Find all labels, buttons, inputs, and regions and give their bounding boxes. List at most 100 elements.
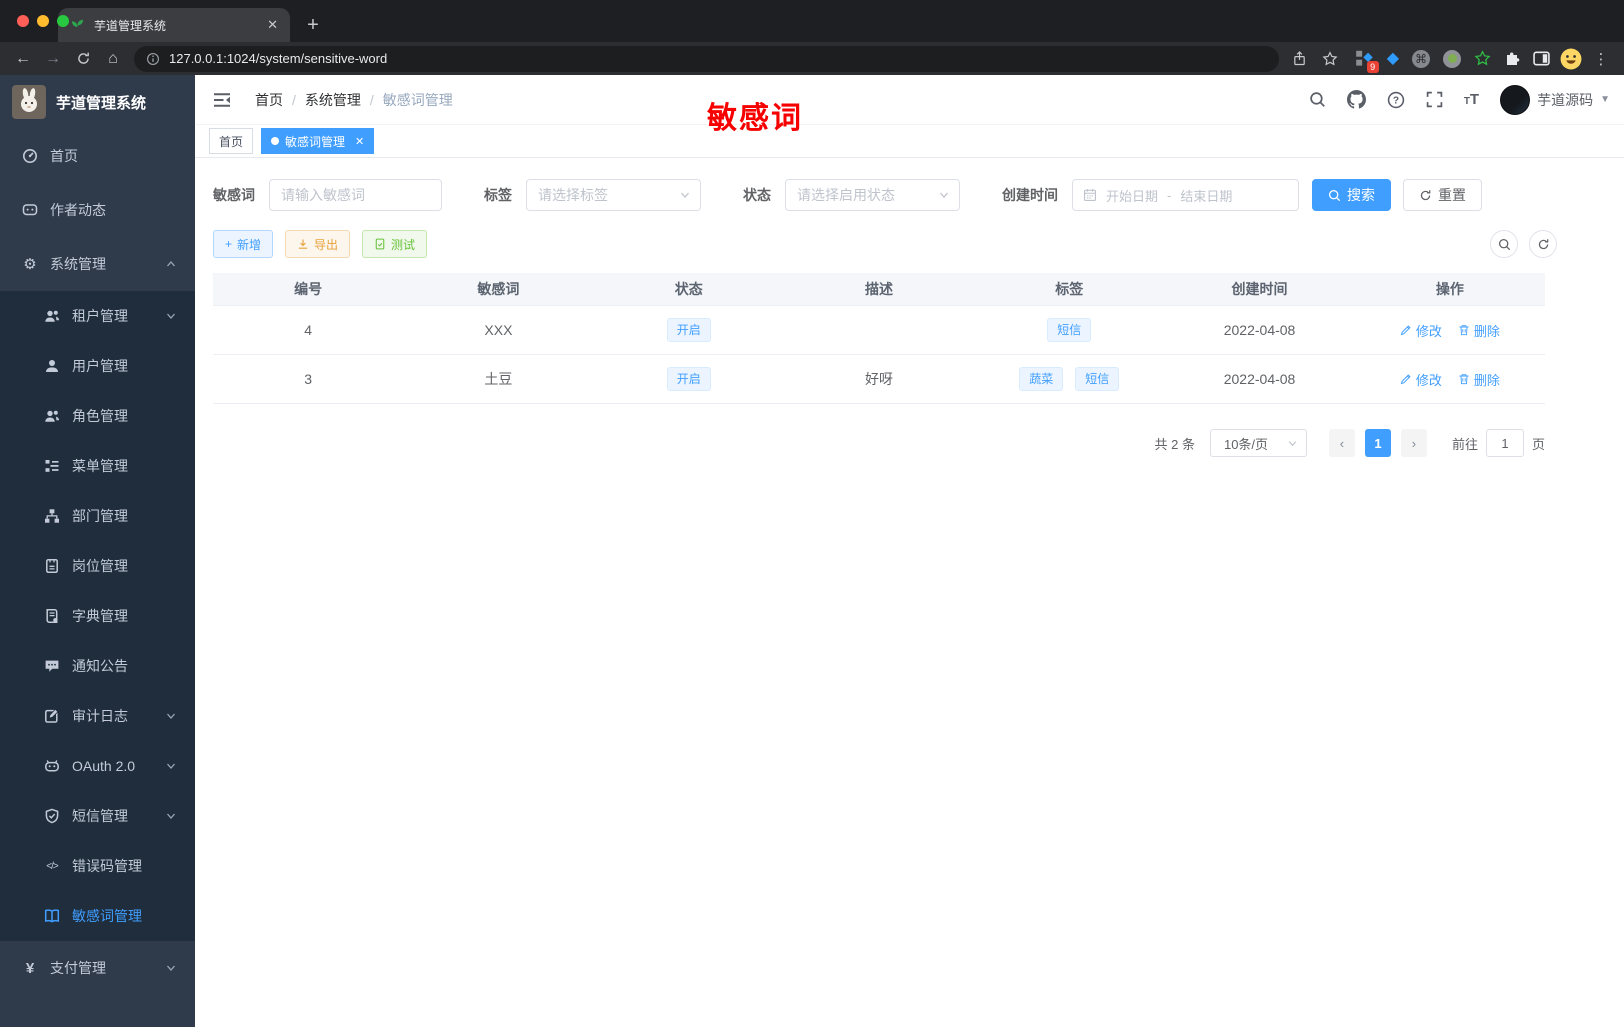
sidebar-item-role[interactable]: 角色管理: [0, 391, 195, 441]
sidebar-item-user[interactable]: 用户管理: [0, 341, 195, 391]
edit-link[interactable]: 修改: [1400, 370, 1442, 389]
gear-icon: ⚙: [23, 256, 37, 273]
refresh-table-button[interactable]: [1529, 230, 1557, 258]
red-annotation-text: 敏感词: [707, 102, 803, 135]
edit-link[interactable]: 修改: [1400, 321, 1442, 340]
browser-menu-icon[interactable]: ⋮: [1586, 45, 1616, 73]
cell-word: XXX: [484, 322, 513, 338]
browser-tab[interactable]: 芋道管理系统 ✕: [58, 8, 290, 42]
sidebar-item-errcode[interactable]: </> 错误码管理: [0, 841, 195, 891]
download-icon: [297, 238, 309, 250]
pagination: 共 2 条 10条/页 ‹ 1 › 前往 页: [213, 429, 1545, 457]
cell-status: 开启: [594, 318, 784, 342]
tags-view-bar: 首页 敏感词管理 ✕: [195, 125, 1624, 158]
puzzle-extensions-icon[interactable]: [1504, 51, 1520, 67]
new-tab-button[interactable]: +: [298, 10, 328, 40]
next-page-button[interactable]: ›: [1400, 429, 1427, 457]
address-bar[interactable]: 127.0.0.1:1024/system/sensitive-word: [134, 45, 1279, 72]
prev-page-button[interactable]: ‹: [1328, 429, 1355, 457]
date-range-picker[interactable]: 开始日期 - 结束日期: [1072, 179, 1299, 211]
recorder-extension-icon[interactable]: [1443, 49, 1461, 68]
sidebar-item-dict[interactable]: 字典管理: [0, 591, 195, 641]
close-window-button[interactable]: [17, 15, 29, 27]
navbar-actions: TT 芋道源码 ▼: [1309, 84, 1610, 115]
sidebar-item-audit-log[interactable]: 审计日志: [0, 691, 195, 741]
goto-page-input[interactable]: [1485, 429, 1524, 457]
cell-tags: 蔬菜 短信: [974, 367, 1164, 391]
delete-link[interactable]: 删除: [1458, 321, 1500, 340]
sidebar-item-label: 支付管理: [50, 960, 106, 976]
sidebar-item-author-news[interactable]: 作者动态: [0, 183, 195, 237]
app-logo: [12, 85, 46, 119]
breadcrumb-home[interactable]: 首页: [255, 90, 283, 110]
reload-button[interactable]: [68, 45, 98, 73]
font-size-icon[interactable]: TT: [1464, 91, 1479, 108]
maximize-window-button[interactable]: [57, 15, 69, 27]
cell-description: 好呀: [864, 371, 893, 387]
home-button[interactable]: ⌂: [98, 45, 128, 73]
add-button[interactable]: + 新增: [213, 230, 274, 258]
sidebar-item-dept[interactable]: 部门管理: [0, 491, 195, 541]
sidebar-item-sensitive-word[interactable]: 敏感词管理: [0, 891, 195, 941]
help-icon[interactable]: [1387, 91, 1405, 109]
sidebar-item-label: 用户管理: [72, 358, 128, 374]
date-start-placeholder: 开始日期: [1106, 188, 1159, 204]
star-extension-icon[interactable]: [1474, 50, 1491, 67]
sidebar-item-post[interactable]: 岗位管理: [0, 541, 195, 591]
goto-label: 前往: [1451, 436, 1478, 452]
user-menu[interactable]: 芋道源码 ▼: [1500, 84, 1610, 115]
tag-close-icon[interactable]: ✕: [355, 135, 364, 148]
fullscreen-icon[interactable]: [1426, 91, 1443, 108]
export-button[interactable]: 导出: [285, 230, 351, 258]
sidebar-item-tenant[interactable]: 租户管理: [0, 291, 195, 341]
sidebar-item-system[interactable]: ⚙ 系统管理: [0, 237, 195, 291]
collapse-sidebar-icon[interactable]: [213, 92, 231, 108]
back-button[interactable]: ←: [8, 45, 38, 73]
tag-home[interactable]: 首页: [209, 128, 254, 154]
github-icon[interactable]: [1347, 90, 1366, 109]
tag-select[interactable]: 请选择标签: [526, 179, 701, 211]
tag-label: 敏感词管理: [285, 134, 346, 149]
tag-select-placeholder: 请选择标签: [538, 187, 608, 203]
test-button[interactable]: 测试: [362, 230, 428, 258]
site-info-icon[interactable]: [146, 52, 160, 66]
current-page-button[interactable]: 1: [1364, 429, 1391, 457]
status-select[interactable]: 请选择启用状态: [785, 179, 960, 211]
keyword-label: 敏感词: [213, 187, 255, 203]
gem-extension-icon[interactable]: ◆: [1387, 50, 1399, 67]
id-badge-icon: [44, 558, 60, 574]
breadcrumb-current: 敏感词管理: [382, 91, 453, 108]
page-size-select[interactable]: 10条/页: [1209, 429, 1307, 457]
reset-button[interactable]: 重置: [1403, 179, 1482, 211]
sidebar-item-notice[interactable]: 通知公告: [0, 641, 195, 691]
command-extension-icon[interactable]: ⌘: [1412, 49, 1430, 68]
tag-sensitive-word[interactable]: 敏感词管理 ✕: [261, 128, 375, 154]
search-form: 敏感词 标签 请选择标签 状态 请选择启用状态: [213, 179, 1545, 211]
sidebar-item-label: 岗位管理: [72, 558, 128, 574]
browser-profile-avatar[interactable]: [1560, 48, 1582, 70]
page-content: 敏感词 标签 请选择标签 状态 请选择启用状态: [195, 158, 1624, 457]
sidebar-item-oauth[interactable]: OAuth 2.0: [0, 741, 195, 791]
bookmark-star-icon[interactable]: [1315, 45, 1345, 73]
tab-manager-extension-icon[interactable]: 9: [1355, 49, 1379, 73]
tab-close-icon[interactable]: ✕: [267, 17, 278, 33]
minimize-window-button[interactable]: [37, 15, 49, 27]
table-settings: [1490, 230, 1557, 258]
sidebar: 芋道管理系统 首页 作者动态 ⚙ 系统管理 租户管理 用户管理 角色管理 菜单管…: [0, 75, 195, 1027]
sidebar-item-menu[interactable]: 菜单管理: [0, 441, 195, 491]
forward-button[interactable]: →: [38, 45, 68, 73]
toggle-search-button[interactable]: [1490, 230, 1518, 258]
sidebar-item-pay[interactable]: ¥ 支付管理: [0, 941, 195, 995]
main-area: 敏感词 首页 / 系统管理 / 敏感词管理 TT 芋道源码 ▼ 首页 敏感词管理…: [195, 75, 1624, 1027]
breadcrumb-system[interactable]: 系统管理: [305, 90, 361, 110]
keyword-input[interactable]: [269, 179, 442, 211]
sidebar-item-sms[interactable]: 短信管理: [0, 791, 195, 841]
side-panel-icon[interactable]: [1533, 50, 1550, 67]
search-icon[interactable]: [1309, 91, 1326, 108]
delete-link[interactable]: 删除: [1458, 370, 1500, 389]
cell-id: 3: [304, 371, 313, 387]
sidebar-item-home[interactable]: 首页: [0, 129, 195, 183]
share-icon[interactable]: [1285, 45, 1315, 73]
sidebar-item-label: 菜单管理: [72, 458, 128, 474]
search-button[interactable]: 搜索: [1312, 179, 1391, 211]
